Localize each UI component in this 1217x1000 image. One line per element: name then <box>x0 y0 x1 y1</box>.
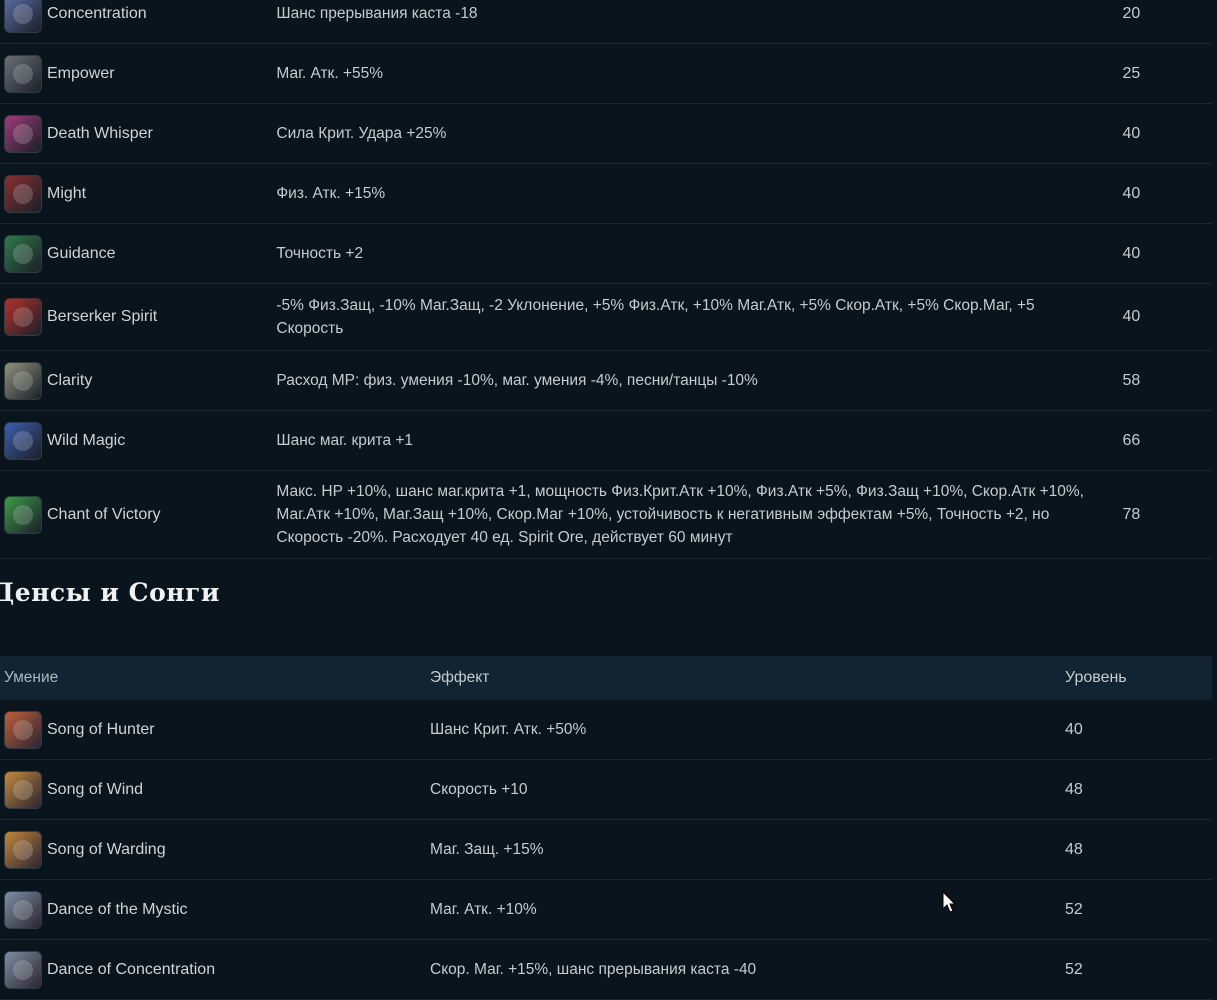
chant-of-victory-icon <box>4 495 42 534</box>
skill-name: Berserker Spirit <box>47 308 158 325</box>
level-cell: 40 <box>1122 308 1141 325</box>
skill-name: Dance of Concentration <box>47 960 216 978</box>
effect-cell: Маг. Защ. +15% <box>430 840 544 858</box>
dance-of-concentration-icon <box>4 950 42 989</box>
section-title: Денсы и Сонги <box>0 578 220 607</box>
skill-cell: Song of Wind <box>0 770 430 809</box>
table-row: Berserker Spirit -5% Физ.Защ, -10% Маг.За… <box>0 284 1212 351</box>
skill-name: Chant of Victory <box>47 505 161 523</box>
skill-name: Concentration <box>47 4 147 22</box>
dances-songs-table: Умение Эффект Уровень Song of Hunter Шанс… <box>0 656 1212 1000</box>
level-cell: 48 <box>1065 840 1083 858</box>
death-whisper-icon <box>4 114 42 153</box>
skill-name: Might <box>47 184 87 202</box>
skill-name: Song of Hunter <box>47 720 155 738</box>
effect-cell: Физ. Атк. +15% <box>276 185 386 202</box>
buffs-table: Concentration Шанс прерывания каста -18 20… <box>0 0 1212 559</box>
table-row: Empower Маг. Атк. +55% 25 <box>0 44 1212 104</box>
effect-cell: Точность +2 <box>276 245 364 262</box>
level-cell: 78 <box>1122 505 1141 523</box>
skill-cell: Dance of Concentration <box>0 950 430 989</box>
song-of-hunter-icon <box>4 710 42 749</box>
skill-name: Empower <box>47 64 115 82</box>
clarity-icon <box>4 361 42 400</box>
song-of-wind-icon <box>4 770 42 809</box>
song-of-warding-icon <box>4 830 42 869</box>
empower-icon <box>4 54 42 93</box>
table-row: Song of Warding Маг. Защ. +15% 48 <box>0 820 1212 880</box>
effect-cell: -5% Физ.Защ, -10% Маг.Защ, -2 Уклонение,… <box>276 297 1035 337</box>
level-cell: 40 <box>1065 720 1083 738</box>
skill-cell: Dance of the Mystic <box>0 890 430 929</box>
table-row: Death Whisper Сила Крит. Удара +25% 40 <box>0 104 1212 164</box>
table-row: Dance of Concentration Скор. Маг. +15%, ш… <box>0 940 1212 1000</box>
skill-name: Song of Warding <box>47 840 166 858</box>
level-cell: 40 <box>1122 124 1141 142</box>
table-row: Guidance Точность +2 40 <box>0 224 1212 284</box>
table-row: Song of Hunter Шанс Крит. Атк. +50% 40 <box>0 700 1212 760</box>
effect-cell: Расход MP: физ. умения -10%, маг. умения… <box>276 372 758 389</box>
berserker-spirit-icon <box>4 298 42 336</box>
skill-name: Death Whisper <box>47 124 153 142</box>
skill-cell: Might <box>0 174 276 213</box>
level-cell: 58 <box>1122 371 1141 389</box>
skill-cell: Song of Warding <box>0 830 430 869</box>
skill-name: Guidance <box>47 244 116 262</box>
level-cell: 20 <box>1122 4 1141 22</box>
table-row: Might Физ. Атк. +15% 40 <box>0 164 1212 224</box>
skill-cell: Death Whisper <box>0 114 276 153</box>
level-cell: 66 <box>1122 431 1141 449</box>
skill-name: Song of Wind <box>47 780 144 798</box>
skill-cell: Guidance <box>0 234 276 273</box>
level-cell: 52 <box>1065 900 1083 918</box>
skill-cell: Empower <box>0 54 276 93</box>
mouse-cursor-icon <box>942 891 957 913</box>
skill-name: Dance of the Mystic <box>47 900 188 918</box>
skill-cell: Song of Hunter <box>0 710 430 749</box>
level-cell: 40 <box>1122 244 1141 262</box>
header-skill: Умение <box>4 669 59 686</box>
skill-cell: Wild Magic <box>0 421 276 460</box>
effect-cell: Шанс Крит. Атк. +50% <box>430 720 587 738</box>
skill-cell: Chant of Victory <box>0 495 276 534</box>
level-cell: 48 <box>1065 780 1083 798</box>
effect-cell: Маг. Атк. +10% <box>430 900 537 918</box>
table-row: Song of Wind Скорость +10 48 <box>0 760 1212 820</box>
skill-name: Clarity <box>47 371 93 389</box>
header-level: Уровень <box>1065 669 1127 686</box>
skill-cell: Concentration <box>0 0 276 33</box>
wild-magic-icon <box>4 421 42 460</box>
effect-cell: Шанс прерывания каста -18 <box>276 5 478 22</box>
table-header: Умение Эффект Уровень <box>0 656 1212 700</box>
level-cell: 25 <box>1122 64 1141 82</box>
guidance-icon <box>4 234 42 273</box>
skill-cell: Berserker Spirit <box>0 298 276 336</box>
effect-cell: Шанс маг. крита +1 <box>276 432 414 449</box>
table-row: Dance of the Mystic Маг. Атк. +10% 52 <box>0 880 1212 940</box>
effect-cell: Скор. Маг. +15%, шанс прерывания каста -… <box>430 960 757 978</box>
table-row: Concentration Шанс прерывания каста -18 20 <box>0 0 1212 44</box>
table-row: Clarity Расход MP: физ. умения -10%, маг.… <box>0 351 1212 411</box>
effect-cell: Маг. Атк. +55% <box>276 65 384 82</box>
level-cell: 52 <box>1065 960 1083 978</box>
dance-of-the-mystic-icon <box>4 890 42 929</box>
table-row: Wild Magic Шанс маг. крита +1 66 <box>0 411 1212 471</box>
skill-name: Wild Magic <box>47 431 126 449</box>
effect-cell: Скорость +10 <box>430 780 528 798</box>
table-row: Chant of Victory Макс. HP +10%, шанс маг.… <box>0 471 1212 559</box>
level-cell: 40 <box>1122 184 1141 202</box>
might-icon <box>4 174 42 213</box>
effect-cell: Макс. HP +10%, шанс маг.крита +1, мощнос… <box>276 483 1084 546</box>
concentration-icon <box>4 0 42 33</box>
skill-cell: Clarity <box>0 361 276 400</box>
header-effect: Эффект <box>430 669 490 686</box>
effect-cell: Сила Крит. Удара +25% <box>276 125 447 142</box>
